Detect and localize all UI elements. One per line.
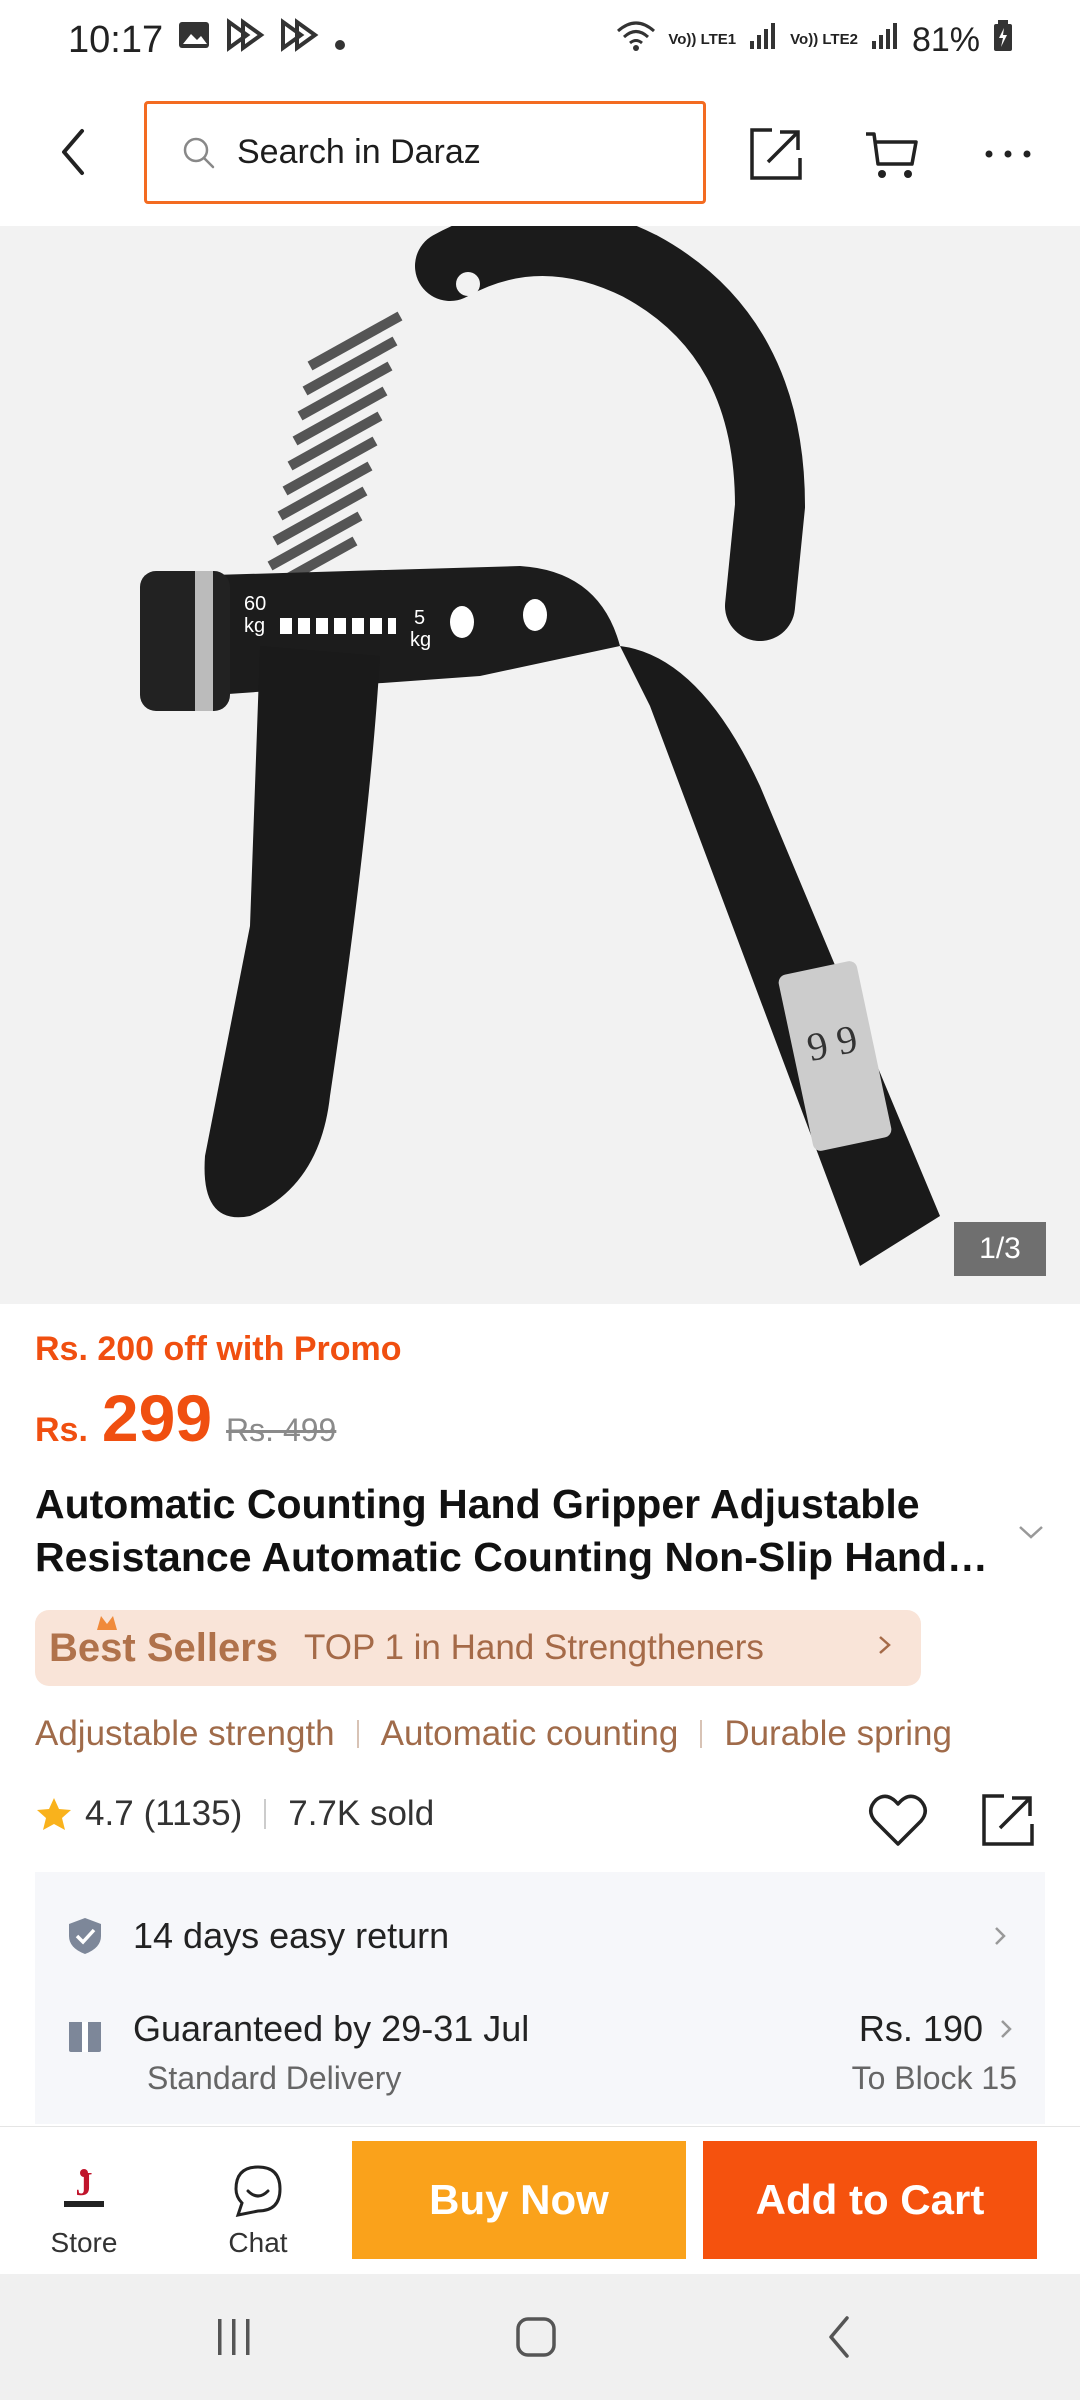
delivery-title: Guaranteed by 29-31 Jul xyxy=(133,2008,530,2049)
image-counter: 1/3 xyxy=(954,1222,1046,1276)
svg-text:5: 5 xyxy=(414,607,425,629)
search-placeholder: Search in Daraz xyxy=(237,133,481,171)
product-title: Automatic Counting Hand Gripper Adjustab… xyxy=(35,1481,947,1580)
rating-score: 4.7 xyxy=(85,1794,134,1833)
wifi-icon xyxy=(616,19,656,62)
delivery-price: Rs. 190 xyxy=(858,2008,983,2049)
original-price: Rs. 499 xyxy=(226,1412,337,1448)
play-notification-icon-2 xyxy=(279,18,319,62)
expand-title-button[interactable] xyxy=(1014,1515,1048,1549)
chevron-right-icon xyxy=(995,1927,1006,1945)
add-to-cart-button[interactable]: Add to Cart xyxy=(703,2141,1037,2259)
bestseller-rank: TOP 1 in Hand Strengtheners xyxy=(304,1628,764,1667)
feature-tag: Durable spring xyxy=(724,1714,952,1753)
status-bar: 10:17 Vo)) LTE1 Vo)) LTE2 81% xyxy=(0,0,1080,80)
share-button[interactable] xyxy=(744,122,808,186)
back-button[interactable] xyxy=(48,122,98,182)
store-logo-icon: J xyxy=(64,2166,104,2207)
bottom-action-bar: J Store Chat Buy Now Add to Cart xyxy=(0,2126,1080,2274)
rating-count: (1135) xyxy=(143,1794,243,1833)
chevron-right-icon xyxy=(875,1628,895,1671)
search-input[interactable]: Search in Daraz xyxy=(144,101,706,204)
feature-divider xyxy=(356,1720,359,1748)
feature-tag: Automatic counting xyxy=(380,1714,679,1753)
chevron-right-icon xyxy=(1001,2020,1012,2038)
home-button[interactable] xyxy=(496,2302,576,2372)
chat-icon xyxy=(234,2165,282,2217)
share-icon xyxy=(982,1794,1034,1846)
status-left: 10:17 xyxy=(68,18,347,62)
svg-text:kg: kg xyxy=(410,629,431,651)
rating-row[interactable]: 4.7 (1135) 7.7K sold xyxy=(35,1794,434,1834)
feature-divider xyxy=(700,1720,703,1748)
battery-percent: 81% xyxy=(911,20,980,59)
promo-text: Rs. 200 off with Promo xyxy=(35,1330,402,1368)
chat-label: Chat xyxy=(228,2227,288,2258)
chat-button[interactable]: Chat xyxy=(198,2139,318,2269)
current-price: 299 xyxy=(101,1381,213,1455)
network-1-label: Vo)) LTE1 xyxy=(668,31,737,48)
system-back-button[interactable] xyxy=(800,2302,880,2372)
chevron-down-icon xyxy=(1019,1526,1043,1539)
cart-icon xyxy=(866,132,918,178)
delivery-price-line: Rs. 190 xyxy=(859,2008,1017,2050)
svg-text:kg: kg xyxy=(244,615,265,637)
hand-gripper-illustration: 9 9 60 kg 5 kg xyxy=(140,226,940,1266)
bestseller-banner[interactable]: Best Sellers TOP 1 in Hand Strengtheners xyxy=(35,1610,921,1686)
share-product-button[interactable] xyxy=(976,1788,1040,1852)
star-icon xyxy=(37,1798,71,1830)
bestseller-title: Best Sellers xyxy=(49,1625,279,1670)
delivery-row[interactable]: Guaranteed by 29-31 Jul Standard Deliver… xyxy=(35,2008,1045,2108)
recents-button[interactable] xyxy=(194,2302,274,2372)
cart-button[interactable] xyxy=(860,122,924,186)
system-nav-bar xyxy=(0,2274,1080,2400)
network-2-label: Vo)) LTE2 xyxy=(790,31,858,48)
status-right: Vo)) LTE1 Vo)) LTE2 81% xyxy=(616,19,1014,62)
shield-check-icon xyxy=(69,1918,101,1954)
price-row: Rs. 299 Rs. 499 xyxy=(35,1380,336,1456)
feature-tag: Adjustable strength xyxy=(35,1714,335,1753)
play-notification-icon xyxy=(225,18,265,62)
sold-count: 7.7K sold xyxy=(288,1794,435,1833)
delivery-location: To Block 15 xyxy=(851,2060,1017,2096)
header: Search in Daraz xyxy=(0,80,1080,226)
services-card: 14 days easy return Guaranteed by 29-31 … xyxy=(35,1872,1045,2124)
more-button[interactable] xyxy=(976,122,1040,186)
package-icon xyxy=(69,2022,101,2052)
store-button[interactable]: J Store xyxy=(24,2139,144,2269)
crown-icon xyxy=(97,1616,117,1630)
buy-now-button[interactable]: Buy Now xyxy=(352,2141,686,2259)
svg-text:60: 60 xyxy=(244,593,266,615)
feature-tags: Adjustable strength Automatic counting D… xyxy=(35,1714,952,1754)
dot-icon xyxy=(333,19,347,62)
status-time: 10:17 xyxy=(68,18,164,61)
price-currency: Rs. xyxy=(35,1411,88,1449)
home-icon xyxy=(516,2317,556,2357)
delivery-type: Standard Delivery xyxy=(147,2060,402,2096)
more-icon xyxy=(985,150,1031,158)
return-policy-text: 14 days easy return xyxy=(133,1915,450,1956)
store-label: Store xyxy=(50,2227,118,2258)
back-icon xyxy=(829,2316,849,2358)
gallery-notification-icon xyxy=(177,18,211,62)
search-icon xyxy=(183,137,215,168)
product-image[interactable]: 9 9 60 kg 5 kg 1/3 xyxy=(0,226,1080,1304)
heart-icon xyxy=(869,1794,927,1846)
signal-icon xyxy=(748,21,778,60)
recents-icon xyxy=(218,2319,250,2355)
wishlist-button[interactable] xyxy=(866,1788,930,1852)
battery-icon xyxy=(992,19,1014,62)
rating-divider xyxy=(264,1799,267,1829)
delivery-price-block: Rs. 190 To Block 15 xyxy=(852,2008,1017,2097)
delivery-info: Guaranteed by 29-31 Jul Standard Deliver… xyxy=(133,2008,529,2097)
return-policy-row[interactable]: 14 days easy return xyxy=(35,1906,1045,1966)
share-icon xyxy=(750,128,802,180)
back-icon xyxy=(62,129,84,175)
signal-icon-2 xyxy=(870,21,900,60)
